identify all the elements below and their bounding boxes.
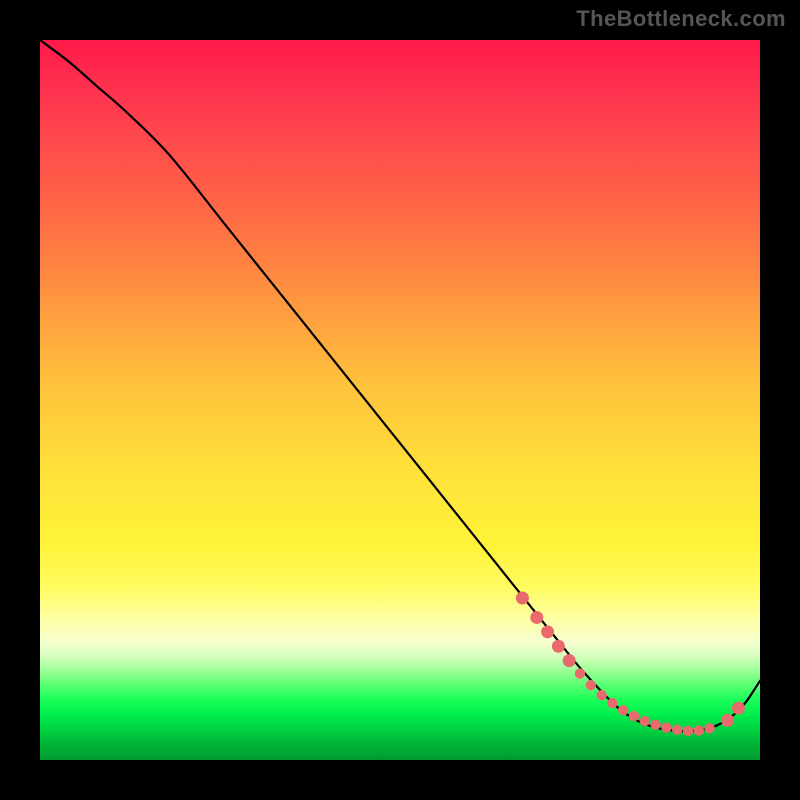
highlight-dot: [563, 654, 576, 667]
highlight-dot: [683, 726, 693, 736]
highlight-dot: [618, 705, 628, 715]
highlight-dot: [640, 716, 650, 726]
highlight-dot: [650, 720, 660, 730]
watermark-text: TheBottleneck.com: [576, 6, 786, 32]
highlight-dot: [596, 690, 606, 700]
highlight-dot: [732, 702, 745, 715]
highlight-dot: [721, 714, 734, 727]
highlight-dot: [541, 625, 554, 638]
highlight-dot: [586, 680, 596, 690]
bottleneck-curve: [40, 40, 760, 731]
highlight-dot: [694, 725, 704, 735]
highlight-dot: [607, 698, 617, 708]
highlight-dot: [704, 723, 714, 733]
highlight-dot: [672, 725, 682, 735]
highlight-dot: [575, 668, 585, 678]
highlight-dots: [516, 592, 745, 737]
chart-frame: TheBottleneck.com: [0, 0, 800, 800]
highlight-dot: [552, 640, 565, 653]
highlight-dot: [629, 711, 639, 721]
highlight-dot: [530, 611, 543, 624]
highlight-dot: [661, 722, 671, 732]
curve-svg: [40, 40, 760, 760]
highlight-dot: [516, 592, 529, 605]
plot-area: [40, 40, 760, 760]
